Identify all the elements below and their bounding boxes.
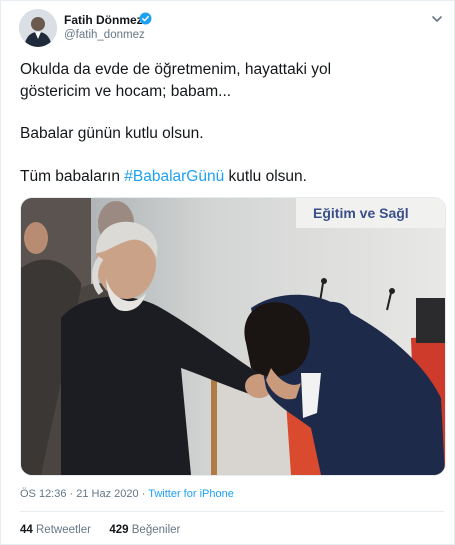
photo-banner-text: Eğitim ve Sağl — [313, 205, 409, 221]
tweet-text-line-2: göstericim ve hocam; babam... — [20, 83, 232, 100]
tweet-meta: ÖS 12:36 · 21 Haz 2020 · Twitter for iPh… — [20, 488, 234, 500]
tweet-text-line-4: Tüm babaların #BabalarGünü kutlu olsun. — [20, 168, 307, 186]
avatar[interactable] — [19, 9, 57, 47]
meta-separator-2: · — [138, 488, 149, 500]
tweet-photo[interactable]: Eğitim ve Sağl — [20, 197, 446, 476]
likes-label: Beğeniler — [131, 524, 181, 536]
retweets-count: 44 — [20, 524, 33, 536]
hashtag-link[interactable]: #BabalarGünü — [124, 168, 224, 185]
user-handle[interactable]: @fatih_donmez — [64, 29, 145, 41]
user-name[interactable]: Fatih Dönmez — [64, 13, 143, 27]
likes-count: 429 — [109, 524, 129, 536]
chevron-down-icon[interactable] — [430, 12, 444, 26]
tweet-text-post: kutlu olsun. — [224, 168, 307, 185]
retweets-label: Retweetler — [36, 524, 91, 536]
tweet-stats: 44 Retweetler 429 Beğeniler — [20, 524, 180, 536]
tweet-source-link[interactable]: Twitter for iPhone — [148, 488, 234, 500]
tweet-text-line-1: Okulda da evde de öğretmenim, hayattaki … — [20, 61, 332, 78]
meta-separator: · — [66, 488, 77, 500]
likes-stat[interactable]: 429 Beğeniler — [109, 524, 180, 536]
tweet-date[interactable]: 21 Haz 2020 — [76, 488, 138, 500]
verified-badge-icon — [139, 12, 152, 25]
retweets-stat[interactable]: 44 Retweetler — [20, 524, 91, 536]
tweet-card: Fatih Dönmez @fatih_donmez Okulda da evd… — [0, 0, 455, 545]
divider — [20, 511, 444, 512]
tweet-text-line-3: Babalar günün kutlu olsun. — [20, 125, 204, 142]
tweet-time[interactable]: ÖS 12:36 — [20, 488, 66, 500]
tweet-text-pre: Tüm babaların — [20, 168, 125, 185]
photo-illustration: Eğitim ve Sağl — [21, 198, 445, 475]
